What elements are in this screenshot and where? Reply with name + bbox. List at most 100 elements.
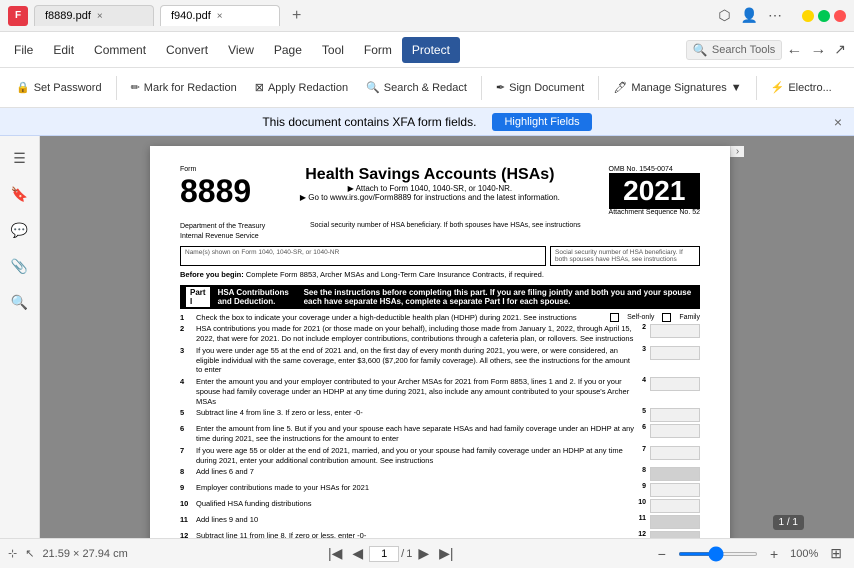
page-size: 21.59 × 27.94 cm <box>42 548 127 560</box>
minimize-button[interactable] <box>802 10 814 22</box>
row-9: 9 Employer contributions made to your HS… <box>180 483 700 497</box>
row3-input[interactable] <box>650 346 700 360</box>
sidebar-icon-bookmark[interactable]: 🔖 <box>6 180 34 208</box>
row4-input[interactable] <box>650 377 700 391</box>
tab-f940-label: f940.pdf <box>171 10 211 22</box>
row1-text: Check the box to indicate your coverage … <box>196 313 606 323</box>
menu-view[interactable]: View <box>218 37 264 63</box>
row9-input[interactable] <box>650 483 700 497</box>
next-page-button[interactable]: ▶ <box>414 543 433 564</box>
zoom-in-button[interactable]: + <box>766 544 782 564</box>
window-buttons <box>802 10 846 22</box>
row2-input[interactable] <box>650 324 700 338</box>
menu-protect[interactable]: Protect <box>402 37 460 63</box>
part1-roman: Part I <box>186 287 210 307</box>
row9-num: 9 <box>180 483 192 492</box>
row11-input[interactable] <box>650 515 700 529</box>
row12-num: 12 <box>180 531 192 538</box>
electro-button[interactable]: ⚡ Electro... <box>763 77 840 98</box>
zoom-slider[interactable] <box>678 552 758 556</box>
ssn-field[interactable]: Social security number of HSA beneficiar… <box>550 246 700 266</box>
menu-comment[interactable]: Comment <box>84 37 156 63</box>
nav-forward-button[interactable]: → <box>806 39 830 61</box>
titlebar: F f8889.pdf × f940.pdf × + ⬡ 👤 ⋯ <box>0 0 854 32</box>
part1-title: HSA Contributions and Deduction. <box>218 288 296 306</box>
highlight-fields-button[interactable]: Highlight Fields <box>492 113 591 131</box>
mark-redaction-button[interactable]: ✏ Mark for Redaction <box>123 77 245 98</box>
first-page-button[interactable]: |◀ <box>324 543 346 564</box>
row6-input-num: 6 <box>642 424 646 431</box>
row8-input[interactable] <box>650 467 700 481</box>
sep4 <box>756 76 757 100</box>
names-field[interactable]: Name(s) shown on Form 1040, 1040-SR, or … <box>180 246 546 266</box>
tab-f940[interactable]: f940.pdf × <box>160 5 280 26</box>
close-button[interactable] <box>834 10 846 22</box>
tab-f8889-close[interactable]: × <box>97 11 103 22</box>
sign-document-button[interactable]: ✒ Sign Document <box>488 77 592 98</box>
right-panel-toggle[interactable]: › <box>730 146 744 157</box>
prev-page-button[interactable]: ◀ <box>348 543 367 564</box>
part1-header: Part I HSA Contributions and Deduction. … <box>180 285 700 309</box>
cursor-icon: ⊹ <box>8 547 17 560</box>
manage-signatures-label: Manage Signatures <box>631 82 726 94</box>
ssn-label: Social security number of HSA beneficiar… <box>555 249 695 263</box>
row-7: 7 If you were age 55 or older at the end… <box>180 446 700 466</box>
dropdown-arrow-icon: ▼ <box>731 82 742 94</box>
menu-file[interactable]: File <box>4 37 43 63</box>
mark-redaction-label: Mark for Redaction <box>144 82 237 94</box>
sidebar-icon-menu[interactable]: ☰ <box>6 144 34 172</box>
row12-input[interactable] <box>650 531 700 538</box>
document-page: Form 8889 Health Savings Accounts (HSAs)… <box>150 146 730 538</box>
row-8: 8 Add lines 6 and 7 8 <box>180 467 700 481</box>
add-tab-button[interactable]: + <box>286 7 307 25</box>
fit-page-button[interactable]: ⊞ <box>826 543 846 564</box>
tab-f8889[interactable]: f8889.pdf × <box>34 5 154 26</box>
share-button[interactable]: ⬡ <box>714 5 734 26</box>
self-only-checkbox[interactable] <box>610 313 619 322</box>
user-button[interactable]: 👤 <box>737 5 762 26</box>
last-page-button[interactable]: ▶| <box>435 543 457 564</box>
rows-2-13-container: 2 HSA contributions you made for 2021 (o… <box>180 324 700 538</box>
sidebar-icon-attachment[interactable]: 📎 <box>6 252 34 280</box>
row2-text: HSA contributions you made for 2021 (or … <box>196 324 634 344</box>
page-number-input[interactable] <box>369 546 399 562</box>
sidebar-icon-comment[interactable]: 💬 <box>6 216 34 244</box>
row11-input-num: 11 <box>639 515 646 522</box>
dept-block: Department of the Treasury Internal Reve… <box>180 222 700 242</box>
before-begin: Before you begin: Complete Form 8853, Ar… <box>180 270 700 279</box>
row4-input-num: 4 <box>642 377 646 384</box>
attachment-seq: Attachment Sequence No. 52 <box>609 209 700 216</box>
row7-input[interactable] <box>650 446 700 460</box>
menu-edit[interactable]: Edit <box>43 37 84 63</box>
maximize-button[interactable] <box>818 10 830 22</box>
menu-page[interactable]: Page <box>264 37 312 63</box>
omb-number: OMB No. 1545-0074 <box>609 166 700 173</box>
row6-input[interactable] <box>650 424 700 438</box>
rows-text-col: 2 HSA contributions you made for 2021 (o… <box>180 324 700 538</box>
external-link-button[interactable]: ↗ <box>830 39 850 60</box>
zoom-level: 100% <box>790 548 818 560</box>
menu-form[interactable]: Form <box>354 37 402 63</box>
search-redact-button[interactable]: 🔍 Search & Redact <box>358 77 475 98</box>
zoom-out-button[interactable]: − <box>654 544 670 564</box>
menu-tool[interactable]: Tool <box>312 37 354 63</box>
row9-text: Employer contributions made to your HSAs… <box>196 483 634 493</box>
manage-signatures-button[interactable]: 🖊 Manage Signatures ▼ <box>605 77 749 98</box>
mark-icon: ✏ <box>131 81 140 94</box>
tab-f940-close[interactable]: × <box>217 11 223 22</box>
menu-convert[interactable]: Convert <box>156 37 218 63</box>
set-password-button[interactable]: 🔒 Set Password <box>8 77 110 98</box>
row5-text: Subtract line 4 from line 3. If zero or … <box>196 408 634 418</box>
row3-input-num: 3 <box>642 346 646 353</box>
family-checkbox[interactable] <box>662 313 671 322</box>
notification-close-button[interactable]: × <box>834 114 842 130</box>
apply-redaction-button[interactable]: ⊠ Apply Redaction <box>247 77 356 98</box>
titlebar-left: F f8889.pdf × f940.pdf × + <box>8 5 714 26</box>
nav-back-button[interactable]: ← <box>782 39 806 61</box>
more-button[interactable]: ⋯ <box>764 5 786 26</box>
sep3 <box>598 76 599 100</box>
row5-input[interactable] <box>650 408 700 422</box>
sidebar-icon-search[interactable]: 🔍 <box>6 288 34 316</box>
row-10: 10 Qualified HSA funding distributions 1… <box>180 499 700 513</box>
row10-input[interactable] <box>650 499 700 513</box>
